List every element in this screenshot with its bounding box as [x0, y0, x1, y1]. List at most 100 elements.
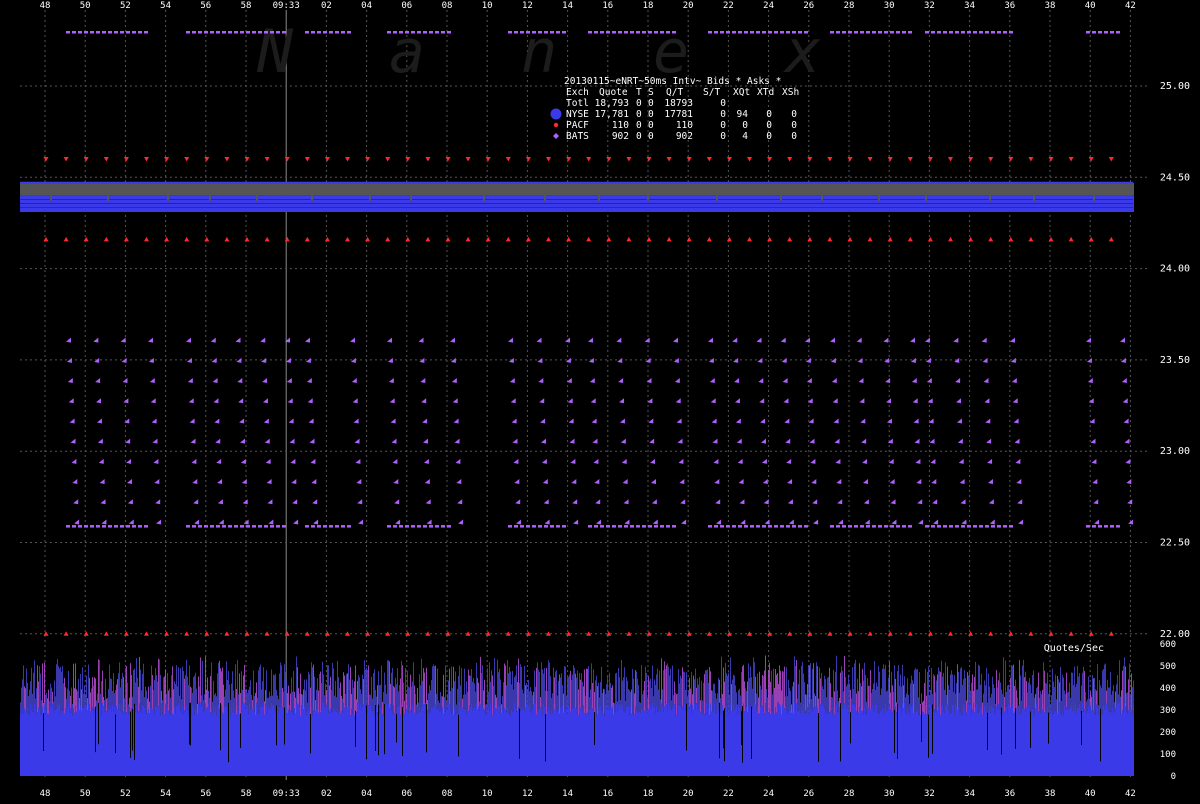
bats-ask-marker [732, 31, 736, 34]
x-tick-label-top: 09:33 [273, 1, 300, 11]
bats-ask-marker [335, 31, 339, 34]
x-tick-label-top: 52 [120, 1, 131, 11]
bats-bid-marker [1092, 525, 1096, 528]
bats-ask-marker [714, 31, 718, 34]
bats-ask-marker [624, 31, 628, 34]
bats-ask-marker [606, 31, 610, 34]
bats-ask-marker [347, 31, 351, 34]
bats-ask-marker [323, 31, 327, 34]
legend-header: XSh [782, 87, 799, 98]
bats-bid-marker [405, 525, 409, 528]
bats-bid-marker [672, 525, 676, 528]
bats-bid-marker [848, 525, 852, 528]
rate-tick-label: 300 [1160, 706, 1176, 716]
bats-ask-marker [848, 31, 852, 34]
bats-bid-marker [860, 525, 864, 528]
bats-bid-marker [138, 525, 142, 528]
legend-cell: 0 [791, 120, 797, 131]
bats-bid-marker [270, 525, 274, 528]
bats-bid-marker [660, 525, 664, 528]
nyse-band-spike [598, 195, 600, 202]
bats-ask-marker [1098, 31, 1102, 34]
x-tick-label-top: 54 [160, 1, 171, 11]
rate-axis-label: Quotes/Sec [1044, 643, 1104, 654]
x-tick-label-top: 32 [924, 1, 935, 11]
legend-cell: 0 [636, 120, 642, 131]
x-tick-label-bottom: 34 [964, 789, 975, 799]
x-tick-label-bottom: 52 [120, 789, 131, 799]
bats-ask-marker [896, 31, 900, 34]
nyse-band-spike [925, 195, 927, 202]
bats-bid-marker [955, 525, 959, 528]
bats-bid-marker [84, 525, 88, 528]
x-tick-label-top: 02 [321, 1, 332, 11]
bats-bid-marker [429, 525, 433, 528]
bats-bid-marker [943, 525, 947, 528]
nyse-band-spike [1033, 195, 1035, 202]
x-tick-label-top: 06 [401, 1, 412, 11]
legend-cell: BATS [566, 131, 589, 142]
bats-ask-marker [612, 31, 616, 34]
bats-ask-marker [726, 31, 730, 34]
x-tick-label-bottom: 20 [683, 789, 694, 799]
x-tick-label-bottom: 02 [321, 789, 332, 799]
bats-bid-marker [66, 525, 70, 528]
bats-ask-marker [120, 31, 124, 34]
legend-cell: 0 [648, 131, 654, 142]
bats-ask-marker [672, 31, 676, 34]
bats-bid-marker [305, 525, 309, 528]
bats-bid-marker [411, 525, 415, 528]
bats-bid-marker [276, 525, 280, 528]
bats-bid-marker [399, 525, 403, 528]
bats-bid-marker [1003, 525, 1007, 528]
legend-cell: 18793 [664, 98, 693, 109]
bats-ask-marker [234, 31, 238, 34]
x-tick-label-top: 08 [442, 1, 453, 11]
bats-ask-marker [997, 31, 1001, 34]
bats-ask-marker [798, 31, 802, 34]
legend-cell: 0 [636, 131, 642, 142]
bats-ask-marker [594, 31, 598, 34]
bats-ask-marker [526, 31, 530, 34]
bats-bid-marker [836, 525, 840, 528]
legend-cell: 0 [636, 98, 642, 109]
bats-bid-marker [393, 525, 397, 528]
bats-ask-marker [630, 31, 634, 34]
bats-ask-marker [744, 31, 748, 34]
legend-cell: NYSE [566, 109, 589, 120]
x-tick-label-top: 38 [1045, 1, 1056, 11]
bats-ask-marker [114, 31, 118, 34]
legend-cell: 0 [766, 120, 772, 131]
bats-bid-marker [198, 525, 202, 528]
bats-ask-marker [441, 31, 445, 34]
bats-ask-marker [866, 31, 870, 34]
bats-bid-marker [108, 525, 112, 528]
legend-cell: PACF [566, 120, 589, 131]
bats-bid-marker [878, 525, 882, 528]
bats-bid-marker [985, 525, 989, 528]
bats-bid-marker [538, 525, 542, 528]
bats-ask-marker [317, 31, 321, 34]
nyse-band-spike [50, 195, 52, 202]
bats-bid-marker [216, 525, 220, 528]
bats-bid-marker [588, 525, 592, 528]
bats-ask-marker [222, 31, 226, 34]
bats-ask-marker [860, 31, 864, 34]
x-tick-label-top: 34 [964, 1, 975, 11]
bats-bid-marker [780, 525, 784, 528]
legend-cell: 902 [612, 131, 629, 142]
bats-bid-marker [347, 525, 351, 528]
bats-ask-marker [1116, 31, 1120, 34]
bats-ask-marker [1110, 31, 1114, 34]
x-tick-label-top: 50 [80, 1, 91, 11]
x-tick-label-bottom: 30 [884, 789, 895, 799]
bats-bid-marker [854, 525, 858, 528]
x-tick-label-bottom: 06 [401, 789, 412, 799]
bats-ask-marker [341, 31, 345, 34]
bats-ask-marker [854, 31, 858, 34]
bats-ask-marker [538, 31, 542, 34]
price-tick-label: 23.50 [1160, 355, 1190, 366]
rate-tick-label: 500 [1160, 662, 1176, 672]
bats-ask-marker [961, 31, 965, 34]
bats-ask-marker [411, 31, 415, 34]
